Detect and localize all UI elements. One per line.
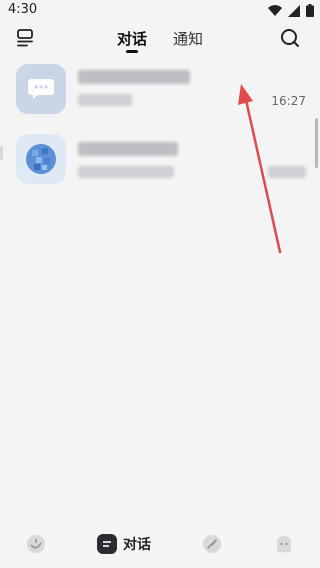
conversation-item[interactable]: [0, 134, 320, 206]
status-time: 4:30: [8, 2, 38, 17]
scrollbar[interactable]: [315, 118, 318, 168]
tab-active-indicator: [125, 50, 138, 53]
discover-icon: [27, 535, 45, 553]
conversation-name-redacted: [78, 142, 178, 156]
pixel-avatar-icon: [16, 134, 66, 184]
status-icons: [268, 4, 314, 17]
conversation-item[interactable]: 16:27: [0, 64, 320, 136]
conversation-time-redacted: [268, 166, 306, 178]
chat-icon: [97, 534, 117, 554]
bottom-nav: 对话: [0, 520, 320, 568]
chat-bubble-icon: [16, 64, 66, 114]
tab-bar: 对话 通知: [0, 28, 320, 53]
nav-discover[interactable]: [25, 533, 47, 555]
conversation-preview-redacted: [78, 166, 174, 178]
search-icon[interactable]: [280, 28, 300, 48]
tab-chat[interactable]: 对话: [116, 28, 147, 53]
wifi-icon: [268, 4, 282, 16]
tab-chat-label: 对话: [116, 30, 147, 48]
tab-notifications-label: 通知: [173, 30, 204, 48]
top-header: 对话 通知: [0, 22, 320, 58]
feather-icon: [203, 535, 221, 553]
profile-face-icon: [277, 536, 291, 553]
cellular-icon: [288, 4, 300, 17]
conversation-preview-redacted: [78, 94, 132, 106]
nav-create[interactable]: [201, 533, 223, 555]
battery-icon: [306, 4, 314, 17]
nav-chat[interactable]: 对话: [97, 534, 151, 554]
conversation-name-redacted: [78, 70, 190, 84]
tab-notifications[interactable]: 通知: [173, 28, 203, 49]
nav-profile[interactable]: [273, 533, 295, 555]
conversation-time: 16:27: [271, 94, 306, 108]
nav-chat-label: 对话: [123, 537, 151, 553]
edge-indicator: [0, 146, 3, 160]
status-bar: 4:30: [0, 0, 320, 22]
